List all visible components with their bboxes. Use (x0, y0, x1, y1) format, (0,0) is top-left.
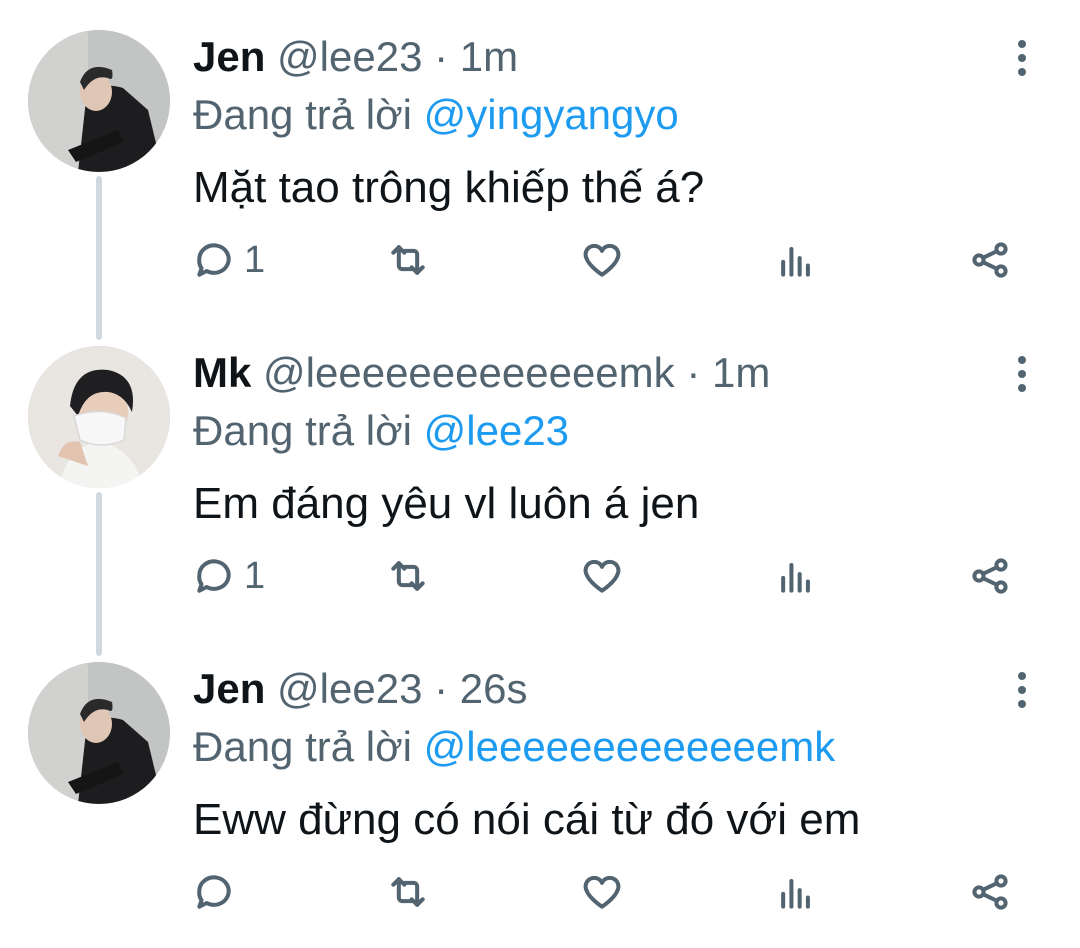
action-bar (0, 862, 1080, 922)
action-bar: 1 (0, 230, 1080, 290)
username[interactable]: @lee23 (277, 665, 422, 712)
reply-count: 1 (244, 238, 266, 281)
timestamp[interactable]: 26s (460, 665, 528, 712)
share-button[interactable] (968, 862, 1012, 922)
share-icon (972, 242, 1008, 278)
views-icon (781, 562, 810, 593)
tweet-text: Mặt tao trông khiếp thế á? (193, 163, 705, 212)
action-bar: 1 (0, 546, 1080, 606)
mention-link[interactable]: @leeeeeeeeeeeeemk (424, 723, 836, 770)
reply-button[interactable]: 1 (192, 546, 265, 606)
like-button[interactable] (580, 546, 624, 606)
replying-to: Đang trả lời @leeeeeeeeeeeeemk (193, 720, 835, 774)
timestamp[interactable]: 1m (460, 33, 518, 80)
like-icon (583, 243, 621, 277)
retweet-icon (391, 877, 425, 907)
retweet-button[interactable] (386, 230, 430, 290)
mention-link[interactable]: @lee23 (424, 407, 569, 454)
like-button[interactable] (580, 230, 624, 290)
like-icon (583, 559, 621, 593)
more-icon[interactable] (1006, 38, 1038, 78)
share-button[interactable] (968, 230, 1012, 290)
avatar[interactable] (28, 662, 170, 804)
like-icon (583, 875, 621, 909)
share-icon (972, 558, 1008, 594)
views-icon (781, 878, 810, 909)
like-button[interactable] (580, 862, 624, 922)
views-icon (781, 246, 810, 277)
display-name[interactable]: Jen (193, 33, 265, 80)
retweet-button[interactable] (386, 546, 430, 606)
replying-prefix: Đang trả lời (193, 723, 412, 770)
retweet-button[interactable] (386, 862, 430, 922)
display-name[interactable]: Jen (193, 665, 265, 712)
timestamp[interactable]: 1m (712, 349, 770, 396)
reply-button[interactable]: 1 (192, 230, 265, 290)
tweet-header: Mk @leeeeeeeeeeeeemk · 1m (193, 346, 770, 400)
more-icon[interactable] (1006, 670, 1038, 710)
views-button[interactable] (774, 230, 818, 290)
separator-dot: · (434, 665, 449, 712)
replying-prefix: Đang trả lời (193, 91, 412, 138)
retweet-icon (391, 245, 425, 275)
retweet-icon (391, 561, 425, 591)
avatar[interactable] (28, 30, 170, 172)
mention-link[interactable]: @yingyangyo (424, 91, 679, 138)
replying-to: Đang trả lời @yingyangyo (193, 88, 679, 142)
reply-icon (197, 243, 231, 277)
tweet[interactable]: Jen @lee23 · 1m Đang trả lời @yingyangyo… (0, 0, 1080, 316)
more-icon[interactable] (1006, 354, 1038, 394)
reply-count: 1 (244, 554, 266, 597)
tweet-header: Jen @lee23 · 26s (193, 662, 528, 716)
username[interactable]: @lee23 (277, 33, 422, 80)
replying-prefix: Đang trả lời (193, 407, 412, 454)
display-name[interactable]: Mk (193, 349, 251, 396)
separator-dot: · (686, 349, 701, 396)
views-button[interactable] (774, 862, 818, 922)
separator-dot: · (434, 33, 449, 80)
tweet-text: Eww đừng có nói cái từ đó với em (193, 795, 861, 844)
tweet[interactable]: Jen @lee23 · 26s Đang trả lời @leeeeeeee… (0, 632, 1080, 948)
views-button[interactable] (774, 546, 818, 606)
username[interactable]: @leeeeeeeeeeeeemk (263, 349, 675, 396)
share-button[interactable] (968, 546, 1012, 606)
share-icon (972, 874, 1008, 910)
tweet-text: Em đáng yêu vl luôn á jen (193, 479, 700, 528)
reply-icon (197, 875, 231, 909)
reply-button[interactable] (192, 862, 244, 922)
avatar[interactable] (28, 346, 170, 488)
tweet-header: Jen @lee23 · 1m (193, 30, 518, 84)
tweet[interactable]: Mk @leeeeeeeeeeeeemk · 1m Đang trả lời @… (0, 316, 1080, 632)
reply-icon (197, 559, 231, 593)
replying-to: Đang trả lời @lee23 (193, 404, 569, 458)
